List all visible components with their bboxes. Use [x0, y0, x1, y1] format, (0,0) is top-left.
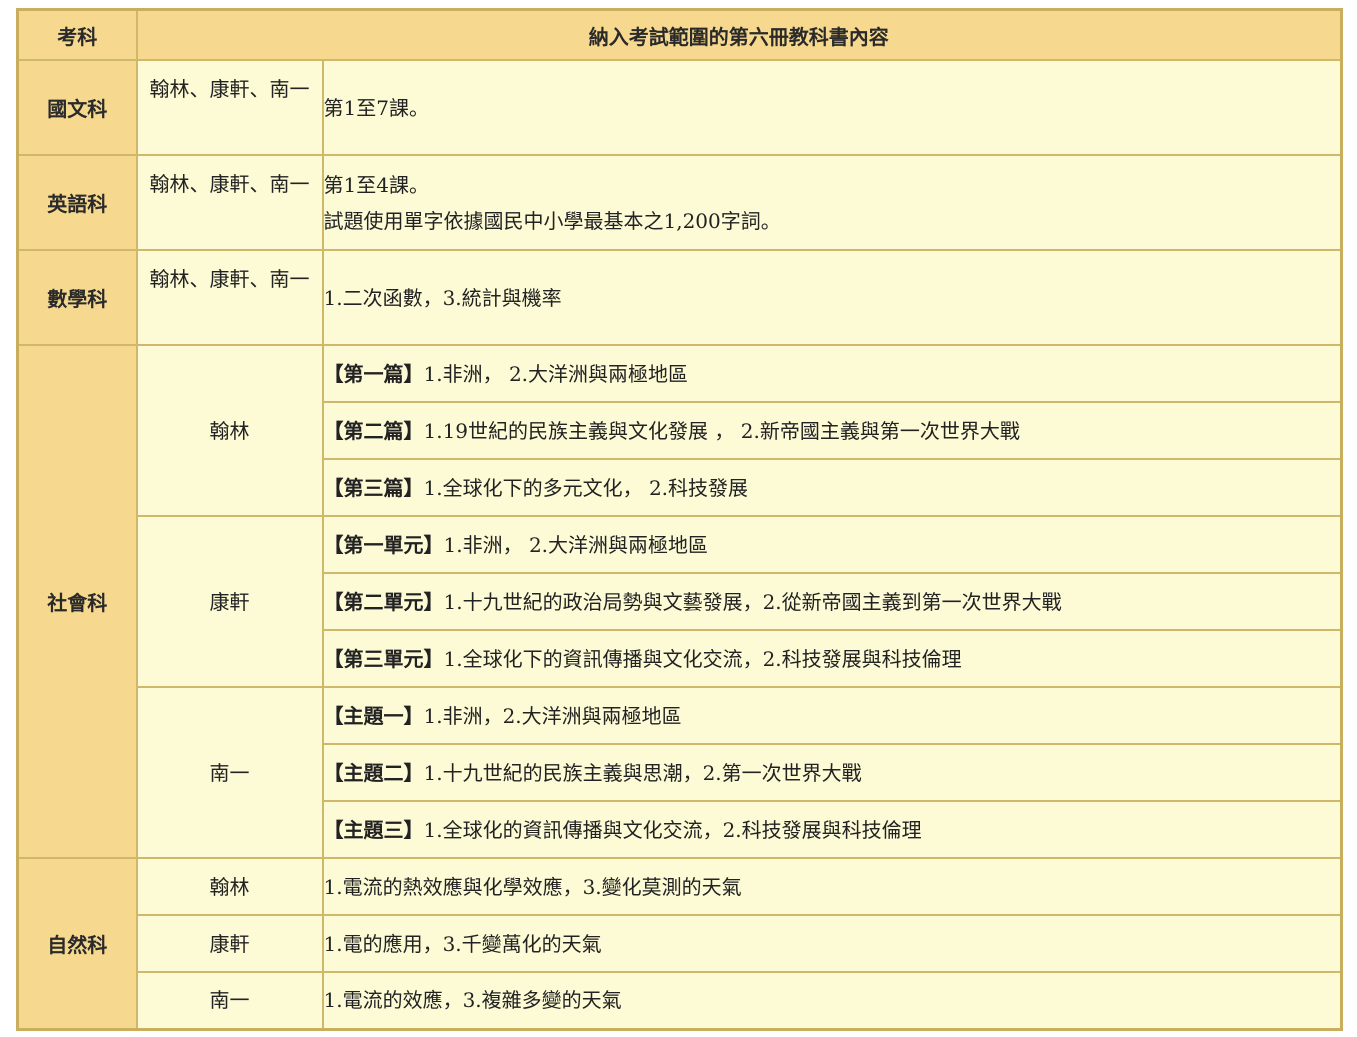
- publisher-cell: 翰林、康軒、南一: [135, 59, 324, 156]
- content-cell: 【第二單元】1.十九世紀的政治局勢與文藝發展，2.從新帝國主義到第一次世界大戰: [321, 572, 1343, 631]
- publisher-cell: 康軒: [135, 515, 324, 688]
- unit-tag: 【第三單元】: [323, 646, 444, 671]
- content-cell: 【主題一】1.非洲，2.大洋洲與兩極地區: [321, 686, 1343, 745]
- unit-text: 1.十九世紀的政治局勢與文藝發展，2.從新帝國主義到第一次世界大戰: [443, 589, 1062, 614]
- unit-tag: 【第一單元】: [323, 532, 444, 557]
- table-row: 康軒 【第一單元】1.非洲， 2.大洋洲與兩極地區: [18, 515, 1343, 688]
- unit-text: 1.非洲，2.大洋洲與兩極地區: [423, 703, 682, 728]
- subject-math: 數學科: [16, 249, 138, 346]
- content-cell: 1.電流的熱效應與化學效應，3.變化莫測的天氣: [321, 857, 1343, 916]
- content-line: 試題使用單字依據國民中小學最基本之1,200字詞。: [323, 208, 781, 233]
- subject-science: 自然科: [16, 857, 138, 1030]
- unit-text: 1.非洲， 2.大洋洲與兩極地區: [443, 532, 709, 557]
- table-row: 英語科 翰林、康軒、南一 第1至4課。 試題使用單字依據國民中小學最基本之1,2…: [16, 154, 1343, 251]
- exam-scope-table: 考科 納入考試範圍的第六冊教科書內容 國文科 翰林、康軒、南一 第1至7課。 英…: [16, 8, 1343, 1031]
- content-cell: 1.二次函數，3.統計與機率: [321, 249, 1343, 346]
- publisher-cell: 南一: [135, 686, 324, 859]
- content-cell: 1.電的應用，3.千變萬化的天氣: [321, 914, 1343, 973]
- table-row: 康軒 1.電的應用，3.千變萬化的天氣: [18, 914, 1343, 973]
- table-row: 國文科 翰林、康軒、南一 第1至7課。: [16, 59, 1343, 156]
- unit-tag: 【第二單元】: [323, 589, 444, 614]
- unit-text: 1.非洲， 2.大洋洲與兩極地區: [423, 361, 689, 386]
- header-subject: 考科: [16, 8, 138, 61]
- content-cell: 【第三篇】1.全球化下的多元文化， 2.科技發展: [321, 458, 1343, 517]
- unit-text: 1.全球化下的資訊傳播與文化交流，2.科技發展與科技倫理: [443, 646, 962, 671]
- unit-text: 1.全球化下的多元文化， 2.科技發展: [423, 475, 749, 500]
- content-cell: 【主題三】1.全球化的資訊傳播與文化交流，2.科技發展與科技倫理: [321, 800, 1343, 859]
- unit-tag: 【第一篇】: [323, 361, 424, 386]
- publisher-cell: 翰林: [135, 344, 324, 517]
- content-cell: 第1至4課。 試題使用單字依據國民中小學最基本之1,200字詞。: [321, 154, 1343, 251]
- content-cell: 【第二篇】1.19世紀的民族主義與文化發展 ， 2.新帝國主義與第一次世界大戰: [321, 401, 1343, 460]
- unit-tag: 【主題三】: [323, 817, 424, 842]
- table-row: 南一 【主題一】1.非洲，2.大洋洲與兩極地區: [18, 686, 1343, 859]
- content-cell: 【第一單元】1.非洲， 2.大洋洲與兩極地區: [321, 515, 1343, 574]
- unit-text: 1.全球化的資訊傳播與文化交流，2.科技發展與科技倫理: [423, 817, 922, 842]
- unit-tag: 【第二篇】: [323, 418, 424, 443]
- content-cell: 第1至7課。: [321, 59, 1343, 156]
- publisher-cell: 康軒: [135, 914, 324, 973]
- subject-social: 社會科: [16, 344, 138, 859]
- unit-tag: 【主題二】: [323, 760, 424, 785]
- publisher-cell: 南一: [135, 971, 324, 1030]
- unit-text: 1.十九世紀的民族主義與思潮，2.第一次世界大戰: [423, 760, 862, 785]
- table-row: 自然科 翰林 1.電流的熱效應與化學效應，3.變化莫測的天氣: [16, 857, 1343, 1030]
- publisher-cell: 翰林、康軒、南一: [135, 154, 324, 251]
- unit-tag: 【第三篇】: [323, 475, 424, 500]
- header-content: 納入考試範圍的第六冊教科書內容: [135, 8, 1343, 61]
- content-cell: 1.電流的效應，3.複雜多變的天氣: [321, 971, 1343, 1030]
- table-row: 數學科 翰林、康軒、南一 1.二次函數，3.統計與機率: [16, 249, 1343, 346]
- table-row: 社會科 翰林 【第一篇】1.非洲， 2.大洋洲與兩極地區: [16, 344, 1343, 859]
- publisher-cell: 翰林、康軒、南一: [135, 249, 324, 346]
- unit-text: 1.19世紀的民族主義與文化發展 ， 2.新帝國主義與第一次世界大戰: [423, 418, 1020, 443]
- table-row: 南一 1.電流的效應，3.複雜多變的天氣: [18, 971, 1343, 1030]
- subject-chinese: 國文科: [16, 59, 138, 156]
- subject-english: 英語科: [16, 154, 138, 251]
- publisher-cell: 翰林: [135, 857, 324, 916]
- content-line: 第1至4課。: [323, 172, 429, 197]
- content-cell: 【第一篇】1.非洲， 2.大洋洲與兩極地區: [321, 344, 1343, 403]
- content-cell: 【主題二】1.十九世紀的民族主義與思潮，2.第一次世界大戰: [321, 743, 1343, 802]
- content-cell: 【第三單元】1.全球化下的資訊傳播與文化交流，2.科技發展與科技倫理: [321, 629, 1343, 688]
- unit-tag: 【主題一】: [323, 703, 424, 728]
